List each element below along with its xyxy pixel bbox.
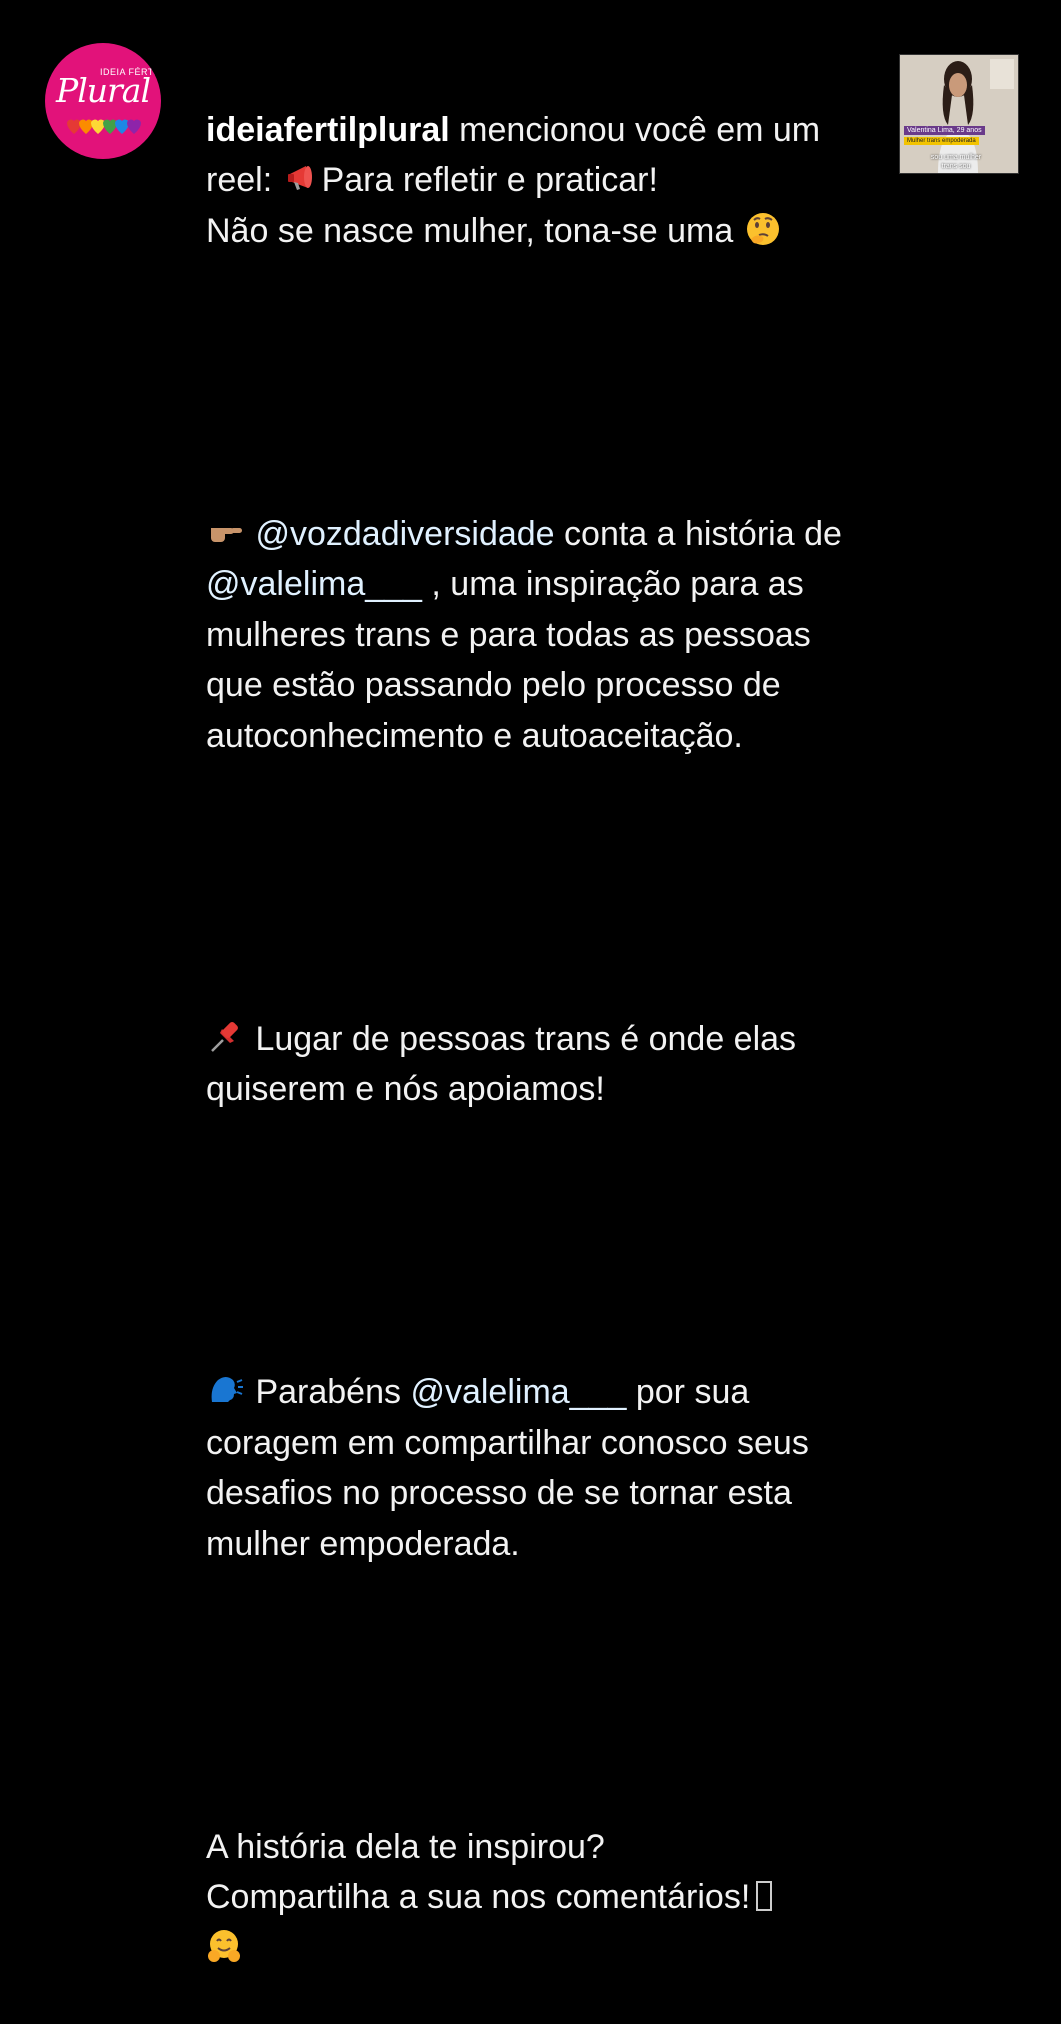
intro-line-a: Para refletir e praticar! [321, 161, 658, 199]
username-link[interactable]: ideiafertilplural [206, 111, 450, 149]
message-paragraph-5: A história dela te inspirou? Compartilha… [206, 1822, 876, 1974]
p3-text: Lugar de pessoas trans é onde elas quise… [206, 1019, 797, 1109]
mention-link-valelima-2[interactable]: @valelima___ [410, 1373, 626, 1411]
thumbnail-caption-role: Mulher trans empoderada [904, 137, 979, 145]
mention-notification[interactable]: IDEIA FÉRTIL Plural ideiafertilplural me… [0, 0, 1061, 1962]
megaphone-emoji [287, 166, 312, 190]
mention-link-valelima[interactable]: @valelima___ [206, 565, 422, 603]
p5-line-b: Compartilha a sua nos comentários! [206, 1878, 751, 1916]
mention-link-vozdadiversidade[interactable]: @vozdadiversidade [255, 515, 554, 553]
hugging-face-emoji [208, 1929, 240, 1962]
pointing-right-emoji [211, 527, 242, 542]
intro-line-b: Não se nasce mulher, tona-se uma [206, 211, 743, 250]
message-paragraph-4: Parabéns @valelima___ por sua coragem em… [206, 1367, 876, 1569]
p4-pre: Parabéns [246, 1373, 411, 1411]
p2-mid: conta a história de [554, 514, 842, 553]
thumbnail-caption-name: Valentina Lima, 29 anos [904, 126, 985, 135]
reel-thumbnail[interactable]: Valentina Lima, 29 anos Mulher trans emp… [899, 54, 1019, 174]
notification-message: ideiafertilplural mencionou você em um r… [206, 54, 876, 2024]
rainbow-hearts-icon [67, 119, 141, 134]
pushpin-emoji [211, 1021, 238, 1052]
thumbnail-caption-subtitle: sou uma mulher trans sou [930, 154, 982, 170]
message-paragraph-3: Lugar de pessoas trans é onde elas quise… [206, 1014, 876, 1115]
missing-glyph-box [756, 1881, 773, 1911]
profile-avatar[interactable]: IDEIA FÉRTIL Plural [45, 43, 161, 159]
p5-line-a: A história dela te inspirou? [206, 1827, 605, 1866]
message-intro: ideiafertilplural mencionou você em um r… [206, 105, 876, 257]
message-paragraph-2: @vozdadiversidade conta a história de @v… [206, 509, 876, 762]
thinking-face-emoji [746, 212, 779, 245]
speaking-head-emoji [211, 1377, 243, 1402]
avatar-brand-script-text: Plural [55, 71, 151, 110]
